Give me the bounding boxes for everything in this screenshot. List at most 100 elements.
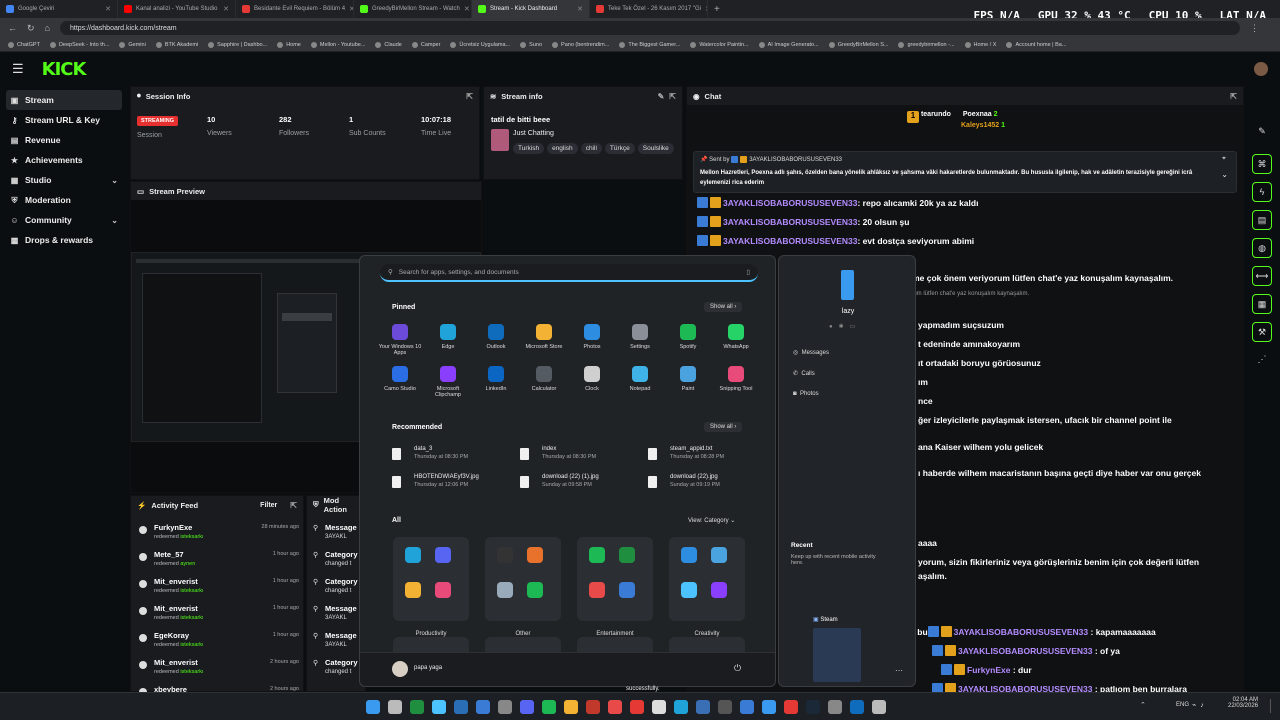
tool-button-1[interactable]: ⌘ — [1252, 154, 1272, 174]
app-icon[interactable] — [586, 700, 600, 714]
close-tab-icon[interactable]: ✕ — [464, 5, 470, 13]
activity-row[interactable]: Mit_enverist redeemed isteksarkı 1 hour ag… — [137, 601, 299, 628]
avatar[interactable] — [1254, 62, 1268, 76]
terminal-icon[interactable] — [498, 700, 512, 714]
new-tab-button[interactable]: + — [708, 0, 728, 18]
app-icon[interactable] — [872, 700, 886, 714]
chat-message-partial[interactable]: aşalım. — [918, 571, 947, 581]
chat-message-partial[interactable]: ana Kaiser wilhem yolu gelicek — [918, 442, 1043, 452]
chat-message-partial[interactable]: nce — [918, 396, 933, 406]
app-category-folder[interactable]: Productivity — [393, 537, 469, 637]
bookmark-item[interactable]: Suno — [520, 41, 542, 48]
pinned-app[interactable]: Edge — [424, 324, 472, 350]
back-icon[interactable]: ← — [8, 23, 17, 33]
bookmark-item[interactable]: DeepSeek - Into th... — [49, 41, 109, 48]
app-icon[interactable] — [718, 700, 732, 714]
pinned-app[interactable]: LinkedIn — [472, 366, 520, 392]
app-icon[interactable] — [762, 700, 776, 714]
app-icon[interactable] — [784, 700, 798, 714]
unpin-icon[interactable]: ⌖ — [1222, 155, 1226, 163]
steam-thumbnail[interactable] — [813, 628, 861, 682]
activity-row[interactable]: FurkynExe redeemed isteksarkı 28 minutes a… — [137, 520, 299, 547]
chat-message-partial[interactable]: ıt ortadaki boruyu görüosunuz — [918, 358, 1041, 368]
pinned-app[interactable]: WhatsApp — [712, 324, 760, 350]
task-view-icon[interactable] — [388, 700, 402, 714]
activity-row[interactable]: EgeKoray redeemed isteksarkı 1 hour ago — [137, 628, 299, 655]
app-category-folder[interactable]: Creativity — [669, 537, 745, 637]
bookmark-item[interactable]: Home / X — [964, 41, 996, 48]
share-icon[interactable]: ⋰ — [1252, 350, 1272, 370]
edit-icon[interactable]: ✎ — [658, 92, 665, 101]
pinned-app[interactable]: Camo Studio — [376, 366, 424, 392]
pinned-app[interactable]: Calculator — [520, 366, 568, 392]
activity-row[interactable]: Mete_57 redeemed aynen 1 hour ago — [137, 547, 299, 574]
url-bar[interactable]: https://dashboard.kick.com/stream — [59, 21, 1240, 35]
notes-icon[interactable]: ▤ — [1252, 210, 1272, 230]
pinned-app[interactable]: Snipping Tool — [712, 366, 760, 392]
pinned-app[interactable]: Notepad — [616, 366, 664, 392]
recommended-file[interactable]: data_3 Thursday at 08:30 PM — [392, 446, 512, 466]
steam-icon[interactable] — [432, 700, 446, 714]
power-icon[interactable]: ⏻ — [734, 663, 741, 674]
avatar[interactable] — [392, 661, 408, 677]
filter-button[interactable]: Filter — [260, 502, 277, 509]
recommended-file[interactable]: index Thursday at 08:30 PM — [520, 446, 640, 466]
bookmark-item[interactable]: Claude — [375, 41, 402, 48]
chat-message[interactable]: 3AYAKLISOBABORUSUSEVEN33 : of ya — [932, 645, 1120, 656]
activity-row[interactable]: Mit_enverist redeemed isteksarkı 2 hours a… — [137, 655, 299, 682]
calendar-icon[interactable]: ▦ — [1252, 294, 1272, 314]
clock[interactable]: 02:04 AM 22/03/2026 — [1228, 697, 1258, 709]
chat-message[interactable]: FurkynExe : dur — [941, 664, 1032, 675]
bookmark-item[interactable]: BTK Akademi — [155, 41, 198, 48]
chat-message-partial[interactable]: yorum, sizin fikirleriniz veya görüşleri… — [918, 557, 1199, 567]
browser-tab-active[interactable]: Stream - Kick Dashboard ✕ — [472, 0, 590, 18]
app-icon[interactable] — [608, 700, 622, 714]
browser-tab[interactable]: Teke Tek Özel - 26 Kasım 2017 "Gi✕ — [590, 0, 708, 18]
chat-message[interactable]: 3AYAKLISOBABORUSUSEVEN33: repo alıcamki … — [697, 197, 978, 208]
edge-icon[interactable] — [674, 700, 688, 714]
hamburger-menu-icon[interactable]: ☰ — [12, 61, 24, 77]
tray-icons[interactable]: ⌁♪ — [1192, 701, 1208, 709]
bookmark-item[interactable]: greedybirmellon -... — [898, 41, 955, 48]
popout-icon[interactable]: ⇱ — [1230, 92, 1237, 101]
browser-tab[interactable]: GreedyBirMellon Stream - Watch ✕ — [354, 0, 472, 18]
browser-tab[interactable]: Besidante Evil Requiem - Bölüm 4✕ — [236, 0, 354, 18]
pinned-app[interactable]: Your Windows 10 Apps — [376, 324, 424, 356]
language-indicator[interactable]: ENG — [1176, 702, 1189, 708]
pinned-app[interactable]: Microsoft Store — [520, 324, 568, 350]
show-desktop-button[interactable] — [1270, 699, 1276, 713]
close-tab-icon[interactable]: ✕ — [223, 5, 229, 13]
discord-icon[interactable] — [520, 700, 534, 714]
sidebar-item-revenue[interactable]: ▤ Revenue — [6, 130, 122, 150]
show-all-pinned-button[interactable]: Show all › — [704, 302, 743, 312]
home-icon[interactable]: ⌂ — [45, 23, 50, 33]
bookmark-item[interactable]: Sapphire | Dashbo... — [208, 41, 267, 48]
app-category-folder[interactable]: Entertainment — [577, 537, 653, 637]
tray-chevron-icon[interactable]: ⌃ — [1140, 701, 1146, 709]
chat-message-partial[interactable]: ğer izleyicilerle paylaşmak istersen, uf… — [918, 415, 1172, 425]
view-category-dropdown[interactable]: View: Category ⌄ — [682, 515, 741, 526]
bookmark-item[interactable]: Account home | Ba... — [1006, 41, 1066, 48]
bookmark-item[interactable]: AI Image Generato... — [758, 41, 819, 48]
chat-message-partial[interactable]: yapmadım suçsuzum — [918, 320, 1004, 330]
sidebar-item-drops-rewards[interactable]: ▩ Drops & rewards — [6, 230, 122, 250]
spotify-icon[interactable] — [542, 700, 556, 714]
browser-tab[interactable]: Kanal analizi - YouTube Studio ✕ — [118, 0, 236, 18]
link-icon[interactable]: ⟷ — [1252, 266, 1272, 286]
pinned-app[interactable]: Clock — [568, 366, 616, 392]
menu-dots-icon[interactable]: ⋮ — [1250, 23, 1259, 34]
wrench-icon[interactable]: ⚒ — [1252, 322, 1272, 342]
recommended-file[interactable]: download (22) (1).jpg Sunday at 09:58 PM — [520, 474, 640, 494]
activity-row[interactable]: Mit_enverist redeemed isteksarkı 1 hour ag… — [137, 574, 299, 601]
recommended-file[interactable]: download (22).jpg Sunday at 09:19 PM — [648, 474, 768, 494]
bookmark-item[interactable]: The Biggest Gamer... — [619, 41, 680, 48]
sidebar-item-stream[interactable]: ▣ Stream — [6, 90, 122, 110]
app-category-folder[interactable]: Other — [485, 537, 561, 637]
popout-icon[interactable]: ⇱ — [290, 501, 297, 510]
pinned-app[interactable]: Spotify — [664, 324, 712, 350]
phone-item-messages[interactable]: ◎ Messages — [793, 349, 829, 356]
chat-message-partial[interactable]: şime çok önem veriyorum lütfen chat'e ya… — [905, 273, 1173, 283]
pencil-icon[interactable]: ✎ — [1252, 122, 1272, 142]
pinned-app[interactable]: Paint — [664, 366, 712, 392]
xbox-icon[interactable] — [410, 700, 424, 714]
